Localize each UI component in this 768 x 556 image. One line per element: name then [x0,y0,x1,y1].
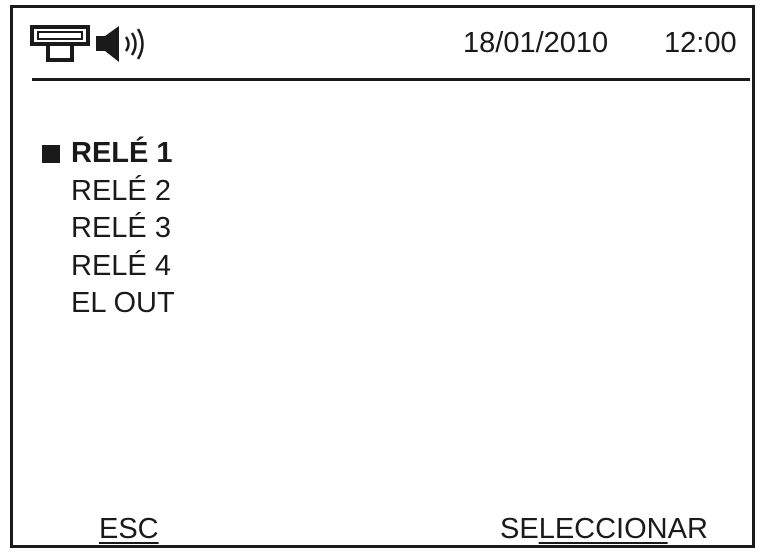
menu-item-label: RELÉ 3 [71,212,171,244]
speaker-icon [96,26,144,62]
menu-item-rele-4[interactable]: RELÉ 4 [40,248,175,286]
status-icons [30,24,158,64]
network-icon [30,25,90,62]
menu-item-label: EL OUT [71,287,175,319]
header-divider [32,78,750,81]
menu-item-el-out[interactable]: EL OUT [40,285,175,323]
menu-item-rele-3[interactable]: RELÉ 3 [40,210,175,248]
select-label-suffix: AR [667,513,708,545]
selection-marker-icon [42,145,60,163]
device-screen: 18/01/2010 12:00 RELÉ 1 RELÉ 2 RELÉ 3 RE… [10,5,755,548]
menu-item-label: RELÉ 2 [71,174,171,207]
time-display: 12:00 [664,27,737,59]
select-label-prefix: SE [500,513,539,545]
esc-softkey[interactable]: ESC [99,511,159,547]
select-label-underlined: LECCION [538,513,668,545]
relay-menu: RELÉ 1 RELÉ 2 RELÉ 3 RELÉ 4 EL OUT [40,135,175,323]
menu-item-rele-1[interactable]: RELÉ 1 [40,135,175,173]
select-softkey[interactable]: SELECCIONAR [500,511,708,547]
menu-item-label: RELÉ 4 [71,249,171,282]
date-display: 18/01/2010 [463,27,609,59]
menu-item-rele-2[interactable]: RELÉ 2 [40,173,175,211]
menu-item-label: RELÉ 1 [71,137,173,169]
status-bar: 18/01/2010 12:00 [13,8,752,76]
